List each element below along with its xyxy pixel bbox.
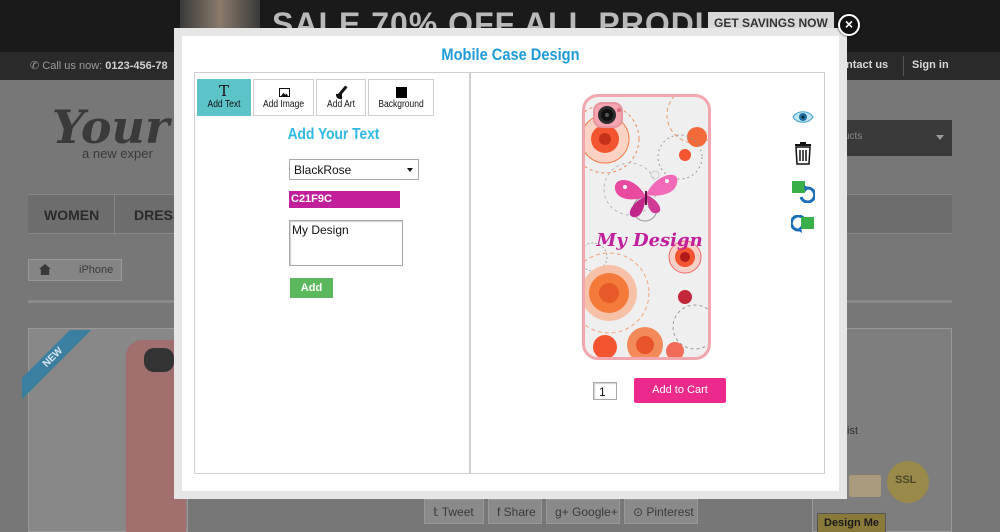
case-pattern bbox=[585, 97, 708, 357]
tab-add-art-label: Add Art bbox=[327, 99, 355, 110]
quantity-input[interactable]: 1 bbox=[593, 382, 617, 400]
send-back-icon[interactable] bbox=[789, 214, 815, 239]
font-select-value: BlackRose bbox=[294, 163, 352, 177]
eye-icon[interactable] bbox=[791, 105, 815, 129]
tab-add-art[interactable]: Add Art bbox=[316, 79, 366, 116]
tab-add-image[interactable]: Add Image bbox=[253, 79, 314, 116]
editor-heading: Add Your Text bbox=[287, 126, 380, 143]
image-icon bbox=[279, 88, 290, 97]
design-text-input[interactable]: My Design bbox=[289, 220, 403, 266]
design-tools-panel: T Add Text Add Image Add Art Background … bbox=[194, 72, 471, 474]
tab-background[interactable]: Background bbox=[368, 79, 434, 116]
chevron-down-icon bbox=[407, 168, 413, 172]
close-icon[interactable]: × bbox=[838, 14, 860, 36]
text-icon: T bbox=[218, 82, 229, 100]
phone-case-preview[interactable]: My Design bbox=[582, 94, 711, 360]
camera-lens bbox=[598, 106, 616, 124]
camera-flash bbox=[617, 108, 621, 112]
tab-add-image-label: Add Image bbox=[262, 99, 305, 110]
text-color-picker[interactable]: C21F9C bbox=[289, 191, 400, 208]
preview-panel: My Design 1 Add to Cart bbox=[470, 72, 825, 474]
modal-title: Mobile Case Design bbox=[441, 45, 580, 64]
case-text-overlay[interactable]: My Design bbox=[585, 230, 708, 251]
butterfly-graphic bbox=[614, 170, 678, 218]
add-text-button[interactable]: Add Text bbox=[290, 278, 333, 314]
trash-icon[interactable] bbox=[791, 141, 815, 165]
tab-add-text-label: Add Text bbox=[207, 99, 241, 110]
tab-background-label: Background bbox=[378, 99, 424, 110]
font-select[interactable]: BlackRose bbox=[289, 159, 419, 180]
add-to-cart-button[interactable]: Add to Cart bbox=[634, 378, 726, 403]
case-design-modal: Mobile Case Design T Add Text Add Image … bbox=[174, 28, 847, 499]
bring-front-icon[interactable] bbox=[791, 179, 817, 204]
camera-cutout bbox=[593, 102, 623, 128]
square-icon bbox=[396, 87, 407, 98]
brush-icon bbox=[336, 85, 349, 99]
tab-add-text[interactable]: T Add Text bbox=[197, 79, 251, 116]
